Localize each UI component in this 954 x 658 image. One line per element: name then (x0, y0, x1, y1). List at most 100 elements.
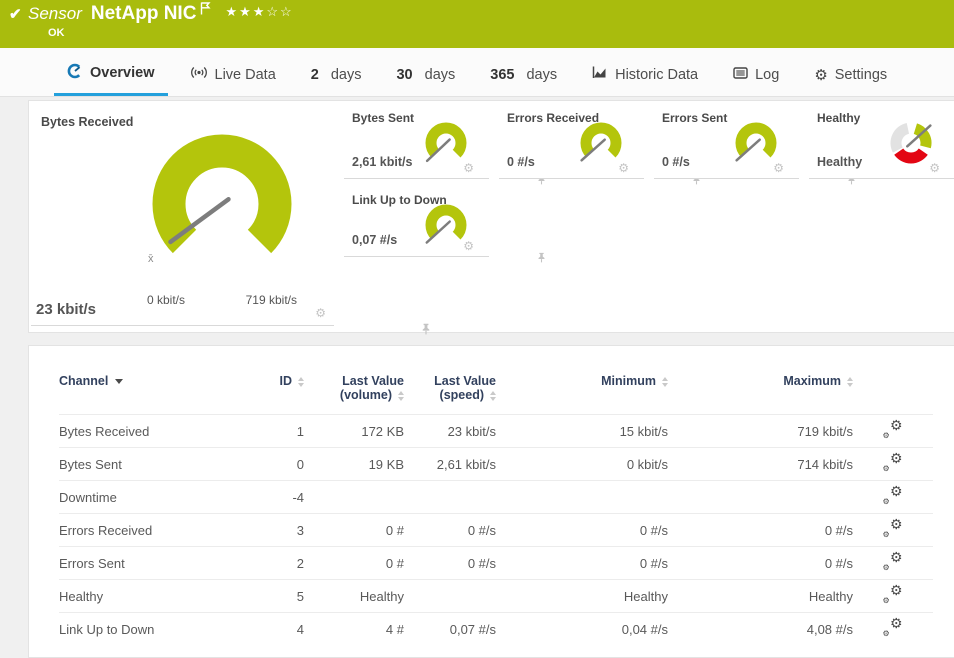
channel-last-speed (404, 580, 496, 613)
tab-bar: Overview Live Data 2days 30days 365days … (0, 48, 954, 97)
tab-settings[interactable]: ⚙ Settings (801, 67, 900, 96)
gear-icon[interactable]: ⚙ (463, 240, 474, 252)
gauge-max-label: 719 kbit/s (246, 293, 297, 307)
channel-name: Healthy (59, 580, 249, 613)
gauge-tile-errors-sent: Errors Sent 0 #/s ⚙ (654, 103, 799, 179)
channel-maximum: 719 kbit/s (668, 415, 853, 448)
gauge-value: Healthy (817, 155, 862, 169)
sensor-status-badge: OK (48, 27, 65, 39)
channel-last-volume: Healthy (304, 580, 404, 613)
gear-icon[interactable]: ⚙ (315, 307, 326, 319)
channel-minimum: Healthy (496, 580, 668, 613)
channel-minimum (496, 481, 668, 514)
tab-30-days[interactable]: 30days (383, 67, 468, 96)
table-row: Errors Sent 2 0 # 0 #/s 0 #/s 0 #/s ⚙⚙ (59, 547, 933, 580)
gear-icon[interactable]: ⚙ (618, 162, 629, 174)
column-header-last-value-volume[interactable]: Last Value (volume) (304, 360, 404, 415)
channel-last-volume: 172 KB (304, 415, 404, 448)
column-header-last-value-speed[interactable]: Last Value (speed) (404, 360, 496, 415)
channel-last-speed: 0 #/s (404, 514, 496, 547)
channel-settings-icon[interactable]: ⚙⚙ (884, 520, 903, 537)
tab-overview[interactable]: Overview (54, 63, 168, 96)
sensor-type-label: Sensor (28, 4, 82, 24)
gauge-title: Bytes Sent (352, 111, 414, 125)
channel-maximum: 0 #/s (668, 547, 853, 580)
gauge-tile-link-up-to-down: Link Up to Down 0,07 #/s ⚙ (344, 185, 489, 257)
sort-desc-icon (115, 379, 123, 384)
gauge-value: 0 #/s (507, 155, 535, 169)
channel-id: 2 (249, 547, 304, 580)
tab-365-days[interactable]: 365days (477, 67, 570, 96)
tab-log[interactable]: Log (720, 67, 792, 96)
priority-flag-icon (200, 2, 211, 20)
column-header-id[interactable]: ID (249, 360, 304, 415)
sort-icon (298, 377, 304, 387)
gauge-value: 0 #/s (662, 155, 690, 169)
gauge-value: 2,61 kbit/s (352, 155, 412, 169)
channel-table: Channel ID Last Value (volume) Last Valu… (59, 360, 933, 646)
channel-settings-icon[interactable]: ⚙⚙ (884, 487, 903, 504)
gauge-title: Healthy (817, 111, 860, 125)
channel-last-speed: 0,07 #/s (404, 613, 496, 646)
gauge-value: 0,07 #/s (352, 233, 397, 247)
column-header-maximum[interactable]: Maximum (668, 360, 853, 415)
channel-id: 1 (249, 415, 304, 448)
gear-icon[interactable]: ⚙ (773, 162, 784, 174)
sensor-name: NetApp NIC (91, 3, 197, 25)
column-header-channel[interactable]: Channel (59, 360, 249, 415)
channel-id: 0 (249, 448, 304, 481)
sort-icon (662, 377, 668, 387)
sort-icon (398, 391, 404, 401)
channel-minimum: 0,04 #/s (496, 613, 668, 646)
channel-settings-icon[interactable]: ⚙⚙ (884, 421, 903, 438)
table-row: Errors Received 3 0 # 0 #/s 0 #/s 0 #/s … (59, 514, 933, 547)
tab-historic-data[interactable]: Historic Data (579, 66, 711, 96)
channel-name: Bytes Sent (59, 448, 249, 481)
star-rating[interactable]: ★★★☆☆ (225, 4, 293, 20)
sort-icon (490, 391, 496, 401)
channel-name: Errors Received (59, 514, 249, 547)
channel-settings-icon[interactable]: ⚙⚙ (884, 454, 903, 471)
channel-settings-icon[interactable]: ⚙⚙ (884, 586, 903, 603)
channel-settings-icon[interactable]: ⚙⚙ (884, 619, 903, 636)
gear-icon[interactable]: ⚙ (463, 162, 474, 174)
channel-last-volume: 4 # (304, 613, 404, 646)
gauges-panel: Bytes Received x̄ 0 kbit/s 719 kbit/s 23… (28, 100, 954, 333)
tab-live-data[interactable]: Live Data (177, 66, 289, 96)
table-row: Bytes Sent 0 19 KB 2,61 kbit/s 0 kbit/s … (59, 448, 933, 481)
sort-icon (847, 377, 853, 387)
channel-last-volume: 0 # (304, 514, 404, 547)
live-data-icon (190, 66, 208, 83)
table-row: Healthy 5 Healthy Healthy Healthy ⚙⚙ (59, 580, 933, 613)
gear-icon[interactable]: ⚙ (929, 162, 940, 174)
channel-name: Errors Sent (59, 547, 249, 580)
channel-settings-icon[interactable]: ⚙⚙ (884, 553, 903, 570)
channel-maximum: 714 kbit/s (668, 448, 853, 481)
channel-minimum: 0 kbit/s (496, 448, 668, 481)
column-header-minimum[interactable]: Minimum (496, 360, 668, 415)
gauge-title: Errors Sent (662, 111, 727, 125)
channel-name: Downtime (59, 481, 249, 514)
gauge-tile-bytes-received: Bytes Received x̄ 0 kbit/s 719 kbit/s 23… (31, 103, 334, 326)
channel-last-volume: 0 # (304, 547, 404, 580)
historic-data-icon (592, 66, 608, 83)
tab-2-days[interactable]: 2days (298, 67, 375, 96)
pin-icon[interactable] (421, 323, 431, 335)
channel-minimum: 15 kbit/s (496, 415, 668, 448)
channel-id: 3 (249, 514, 304, 547)
pin-icon[interactable] (537, 252, 546, 263)
mean-marker: x̄ (148, 253, 154, 265)
channel-table-panel: Channel ID Last Value (volume) Last Valu… (28, 345, 954, 658)
channel-id: 5 (249, 580, 304, 613)
channel-last-speed: 23 kbit/s (404, 415, 496, 448)
channel-last-speed (404, 481, 496, 514)
channel-name: Link Up to Down (59, 613, 249, 646)
gauge-title: Bytes Received (41, 115, 133, 129)
channel-table-body: Bytes Received 1 172 KB 23 kbit/s 15 kbi… (59, 415, 933, 646)
settings-gear-icon: ⚙ (814, 68, 827, 83)
channel-maximum: Healthy (668, 580, 853, 613)
channel-id: -4 (249, 481, 304, 514)
table-row: Link Up to Down 4 4 # 0,07 #/s 0,04 #/s … (59, 613, 933, 646)
log-icon (733, 67, 748, 83)
channel-maximum: 4,08 #/s (668, 613, 853, 646)
